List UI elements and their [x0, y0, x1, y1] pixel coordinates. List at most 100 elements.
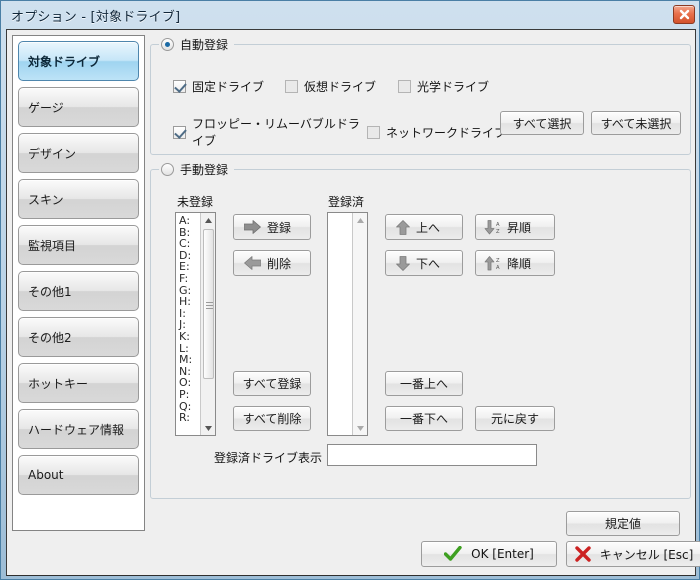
sidebar-item-label: ゲージ	[28, 100, 64, 115]
sidebar-item-label: デザイン	[28, 146, 77, 161]
auto-registration-label: 自動登録	[180, 38, 229, 52]
sidebar-item-label: ホットキー	[28, 376, 89, 391]
move-down-label: 下へ	[416, 256, 441, 271]
close-glyph	[679, 9, 689, 20]
select-all-label: すべて選択	[512, 116, 572, 131]
checkbox-virtual-drive[interactable]: 仮想ドライブ	[285, 78, 398, 95]
sidebar-item-monitor-items[interactable]: 監視項目	[18, 225, 139, 265]
default-value-label: 規定値	[604, 517, 641, 531]
deselect-all-button[interactable]: すべて未選択	[591, 111, 681, 135]
radio-indicator	[161, 163, 174, 176]
move-to-top-button[interactable]: 一番上へ	[385, 371, 463, 396]
svg-text:Z: Z	[496, 258, 500, 264]
sidebar-item-label: 監視項目	[28, 238, 77, 253]
auto-registration-group: 自動登録 固定ドライブ 仮想ドライブ 光学ドライブ フロッピー・リムーバブルドラ…	[150, 36, 691, 155]
drive-type-row-2: フロッピー・リムーバブルドライブ ネットワークドライブ	[173, 115, 506, 149]
cancel-button[interactable]: キャンセル [Esc]	[566, 541, 700, 567]
sort-descending-label: 降順	[507, 256, 532, 271]
svg-text:Z: Z	[496, 229, 500, 235]
check-icon	[444, 546, 462, 561]
svg-text:A: A	[496, 265, 500, 271]
sidebar-item-target-drive[interactable]: 対象ドライブ	[18, 41, 139, 81]
sidebar-item-label: 対象ドライブ	[28, 54, 101, 69]
reset-label: 元に戻す	[490, 412, 539, 426]
registered-list-scrollbar[interactable]	[352, 213, 367, 435]
reset-button[interactable]: 元に戻す	[475, 406, 555, 431]
manual-registration-label: 手動登録	[180, 163, 229, 177]
add-button[interactable]: 登録	[233, 214, 311, 240]
sidebar-item-label: その他1	[28, 284, 72, 299]
title-bar: オプション - [対象ドライブ]	[1, 1, 700, 29]
scroll-down-icon[interactable]	[353, 421, 367, 435]
sidebar-item-hotkey[interactable]: ホットキー	[18, 363, 139, 403]
move-down-button[interactable]: 下へ	[385, 250, 463, 276]
radio-indicator	[161, 38, 174, 51]
sort-ascending-icon: A Z	[484, 219, 500, 235]
dialog-footer: OK [Enter] キャンセル [Esc]	[12, 535, 700, 573]
registered-drive-display-label: 登録済ドライブ表示	[214, 451, 323, 465]
sidebar-item-about[interactable]: About	[18, 455, 139, 495]
move-up-button[interactable]: 上へ	[385, 214, 463, 240]
deselect-all-label: すべて未選択	[600, 116, 672, 131]
registered-drive-display-input[interactable]	[327, 444, 537, 466]
auto-registration-radio[interactable]: 自動登録	[159, 36, 235, 53]
window-title: オプション - [対象ドライブ]	[11, 9, 181, 25]
sidebar-item-design[interactable]: デザイン	[18, 133, 139, 173]
scroll-thumb[interactable]	[203, 229, 214, 379]
checkbox-label: 固定ドライブ	[192, 80, 265, 94]
manual-registration-radio[interactable]: 手動登録	[159, 161, 235, 178]
sort-ascending-label: 昇順	[507, 220, 532, 235]
arrow-up-icon	[396, 219, 410, 235]
checkbox-indicator	[173, 125, 186, 139]
remove-all-button[interactable]: すべて削除	[233, 406, 311, 431]
remove-button[interactable]: 削除	[233, 250, 311, 276]
dialog-client-area: 対象ドライブ ゲージ デザイン スキン 監視項目 その他1 その他2 ホットキー	[6, 29, 700, 576]
options-dialog-window: オプション - [対象ドライブ] 対象ドライブ ゲージ デザイン スキン 監視項…	[0, 0, 700, 580]
checkbox-label: 光学ドライブ	[417, 80, 490, 94]
checkbox-network-drive[interactable]: ネットワークドライブ	[367, 124, 506, 141]
sidebar-item-gauge[interactable]: ゲージ	[18, 87, 139, 127]
sort-descending-icon: Z A	[484, 255, 500, 271]
add-label: 登録	[267, 220, 292, 235]
checkbox-floppy-removable-drive[interactable]: フロッピー・リムーバブルドライブ	[173, 115, 367, 149]
scroll-up-icon[interactable]	[201, 213, 215, 227]
checkbox-label: ネットワークドライブ	[386, 125, 507, 140]
sidebar-item-other-1[interactable]: その他1	[18, 271, 139, 311]
sidebar-item-hardware-info[interactable]: ハードウェア情報	[18, 409, 139, 449]
remove-all-label: すべて削除	[242, 412, 302, 426]
checkbox-indicator	[173, 80, 186, 93]
ok-button[interactable]: OK [Enter]	[421, 541, 557, 567]
sidebar-item-label: About	[28, 468, 64, 482]
drive-type-row-1: 固定ドライブ 仮想ドライブ 光学ドライブ	[173, 78, 489, 95]
default-value-button[interactable]: 規定値	[566, 511, 680, 536]
sidebar-item-label: スキン	[28, 192, 64, 207]
checkbox-indicator	[285, 80, 298, 93]
add-all-button[interactable]: すべて登録	[233, 371, 311, 396]
unregistered-list-scrollbar[interactable]	[200, 213, 215, 435]
checkbox-optical-drive[interactable]: 光学ドライブ	[398, 78, 489, 95]
sidebar-item-skin[interactable]: スキン	[18, 179, 139, 219]
scroll-down-icon[interactable]	[201, 421, 215, 435]
select-all-button[interactable]: すべて選択	[500, 111, 584, 135]
sort-descending-button[interactable]: Z A 降順	[475, 250, 555, 276]
cross-icon	[574, 546, 591, 562]
sidebar-item-other-2[interactable]: その他2	[18, 317, 139, 357]
scroll-up-icon[interactable]	[353, 213, 367, 227]
manual-registration-group: 手動登録 未登録 登録済 A: B: C: D: E: F: G: H: I: J: K: L: M: N…	[150, 161, 691, 499]
unregistered-list-label: 未登録	[177, 195, 214, 209]
move-to-bottom-button[interactable]: 一番下へ	[385, 406, 463, 431]
move-to-top-label: 一番上へ	[399, 377, 448, 391]
registered-list-label: 登録済	[328, 195, 365, 209]
sidebar-item-label: ハードウェア情報	[28, 422, 125, 437]
checkbox-fixed-drive[interactable]: 固定ドライブ	[173, 78, 285, 95]
arrow-down-icon	[396, 255, 410, 271]
sort-ascending-button[interactable]: A Z 昇順	[475, 214, 555, 240]
registered-list[interactable]	[327, 212, 368, 436]
sidebar-nav: 対象ドライブ ゲージ デザイン スキン 監視項目 その他1 その他2 ホットキー	[12, 35, 145, 531]
unregistered-list[interactable]: A: B: C: D: E: F: G: H: I: J: K: L: M: N: O: P: Q: R:	[175, 212, 216, 436]
remove-label: 削除	[267, 256, 292, 271]
sidebar-item-label: その他2	[28, 330, 72, 345]
arrow-left-icon	[244, 256, 261, 270]
close-icon[interactable]	[673, 5, 695, 24]
move-up-label: 上へ	[416, 220, 441, 235]
